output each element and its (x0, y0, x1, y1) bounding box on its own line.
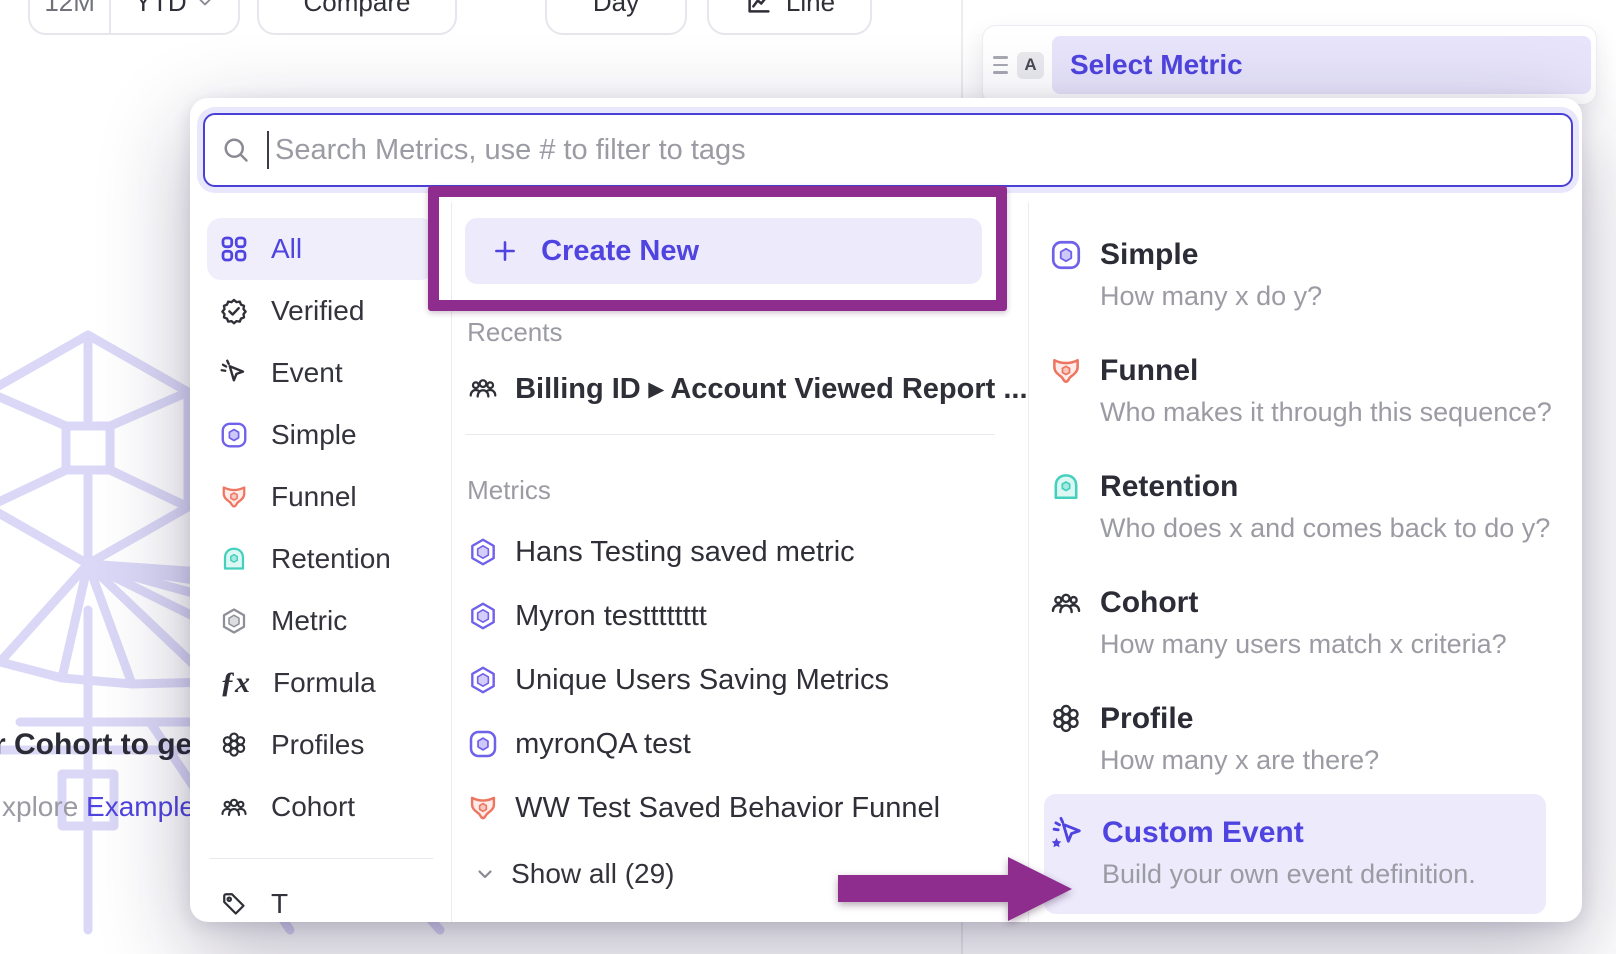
type-title: Funnel (1100, 354, 1552, 388)
interval-day-button[interactable]: Day (545, 0, 687, 35)
metrics-list-column: Create New Recents Billing ID ▸ Account … (452, 202, 1027, 922)
example-reports-link[interactable]: Example (86, 791, 195, 822)
metric-types-column: Simple How many x do y? Funnel Who makes… (1029, 202, 1582, 922)
metric-list-item[interactable]: WW Test Saved Behavior Funnel (465, 776, 1027, 840)
type-title: Profile (1100, 702, 1379, 736)
type-funnel[interactable]: Funnel Who makes it through this sequenc… (1049, 354, 1582, 428)
background-explore-line: xplore Example (2, 791, 195, 823)
select-metric-pill[interactable]: Select Metric (1052, 36, 1591, 94)
line-chart-icon (744, 0, 774, 17)
app-root: r Cohort to ge xplore Example 12M YTD Co… (0, 0, 1616, 954)
tag-icon (219, 889, 249, 919)
metric-hexagon-icon (219, 606, 249, 636)
metric-list-item[interactable]: Myron testttttttt (465, 584, 1027, 648)
sidebar-divider (209, 858, 433, 859)
type-title: Cohort (1100, 586, 1507, 620)
compare-button[interactable]: Compare (257, 0, 457, 35)
type-desc: How many x are there? (1100, 745, 1379, 776)
type-title: Custom Event (1102, 816, 1476, 850)
type-desc: Build your own event definition. (1102, 859, 1476, 890)
sidebar-item-verified[interactable]: Verified (207, 280, 435, 342)
metric-list-item[interactable]: myronQA test (465, 712, 1027, 776)
type-custom-event[interactable]: Custom Event Build your own event defini… (1044, 794, 1546, 914)
show-all-toggle[interactable]: Show all (29) (465, 858, 1027, 890)
range-ytd-button[interactable]: YTD (111, 0, 238, 33)
sidebar-item-all[interactable]: All (207, 218, 435, 280)
sidebar-item-formula[interactable]: ƒx Formula (207, 652, 435, 714)
saved-metric-hexagon-icon (467, 600, 499, 632)
sidebar-item-retention[interactable]: Retention (207, 528, 435, 590)
recent-item[interactable]: Billing ID ▸ Account Viewed Report ... (465, 364, 1027, 412)
metrics-list: Hans Testing saved metric Myron testtttt… (465, 520, 1027, 840)
metric-picker-modal: All Verified Event Simple Funnel (190, 98, 1582, 922)
search-input[interactable] (269, 134, 1571, 167)
profiles-flower-icon (219, 730, 249, 760)
type-cohort[interactable]: Cohort How many users match x criteria? (1049, 586, 1582, 660)
verified-seal-icon (219, 296, 249, 326)
sidebar-item-cohort[interactable]: Cohort (207, 776, 435, 838)
event-cursor-icon (219, 358, 249, 388)
sidebar-item-tag-partial[interactable]: T (207, 873, 435, 922)
type-title: Simple (1100, 238, 1322, 272)
cohort-people-icon (467, 372, 499, 404)
grid-icon (219, 234, 249, 264)
background-headline-fragment: r Cohort to ge (0, 728, 192, 762)
sidebar-item-profiles[interactable]: Profiles (207, 714, 435, 776)
search-icon (221, 135, 251, 165)
filter-sidebar: All Verified Event Simple Funnel (190, 202, 451, 922)
metric-row-letter-badge: A (1017, 52, 1044, 79)
range-12m-button[interactable]: 12M (30, 0, 111, 33)
custom-event-icon (1049, 816, 1085, 852)
funnel-icon (467, 792, 499, 824)
cohort-people-icon (1049, 586, 1083, 620)
metric-list-item[interactable]: Unique Users Saving Metrics (465, 648, 1027, 712)
cohort-people-icon (219, 792, 249, 822)
search-bar (203, 113, 1573, 187)
sidebar-item-simple[interactable]: Simple (207, 404, 435, 466)
funnel-icon (219, 482, 249, 512)
create-new-button[interactable]: Create New (465, 218, 982, 284)
type-simple[interactable]: Simple How many x do y? (1049, 238, 1582, 312)
profiles-flower-icon (1049, 702, 1083, 736)
explore-prefix-fragment: xplore (2, 791, 78, 822)
chevron-down-icon (195, 0, 215, 12)
drag-handle-icon[interactable] (989, 56, 1011, 74)
type-desc: Who does x and comes back to do y? (1100, 513, 1550, 544)
chevron-down-icon (473, 862, 497, 886)
type-desc: Who makes it through this sequence? (1100, 397, 1552, 428)
metrics-header: Metrics (467, 475, 1027, 506)
sidebar-item-metric[interactable]: Metric (207, 590, 435, 652)
simple-squircle-icon (219, 420, 249, 450)
simple-squircle-icon (1049, 238, 1083, 272)
modal-body: All Verified Event Simple Funnel (190, 202, 1582, 922)
retention-arch-icon (219, 544, 249, 574)
saved-metric-hexagon-icon (467, 664, 499, 696)
type-profile[interactable]: Profile How many x are there? (1049, 702, 1582, 776)
plus-icon (491, 237, 519, 265)
type-desc: How many x do y? (1100, 281, 1322, 312)
recents-metrics-divider (465, 434, 995, 435)
sidebar-item-funnel[interactable]: Funnel (207, 466, 435, 528)
funnel-icon (1049, 354, 1083, 388)
sidebar-item-event[interactable]: Event (207, 342, 435, 404)
chart-type-line-button[interactable]: Line (707, 0, 872, 35)
metric-list-item[interactable]: Hans Testing saved metric (465, 520, 1027, 584)
formula-fx-icon: ƒx (219, 666, 251, 700)
date-range-segmented-control[interactable]: 12M YTD (28, 0, 240, 35)
simple-squircle-icon (467, 728, 499, 760)
retention-arch-icon (1049, 470, 1083, 504)
saved-metric-hexagon-icon (467, 536, 499, 568)
recents-header: Recents (467, 317, 1027, 348)
type-retention[interactable]: Retention Who does x and comes back to d… (1049, 470, 1582, 544)
type-title: Retention (1100, 470, 1550, 504)
metric-row-card: A Select Metric (982, 25, 1597, 105)
type-desc: How many users match x criteria? (1100, 629, 1507, 660)
